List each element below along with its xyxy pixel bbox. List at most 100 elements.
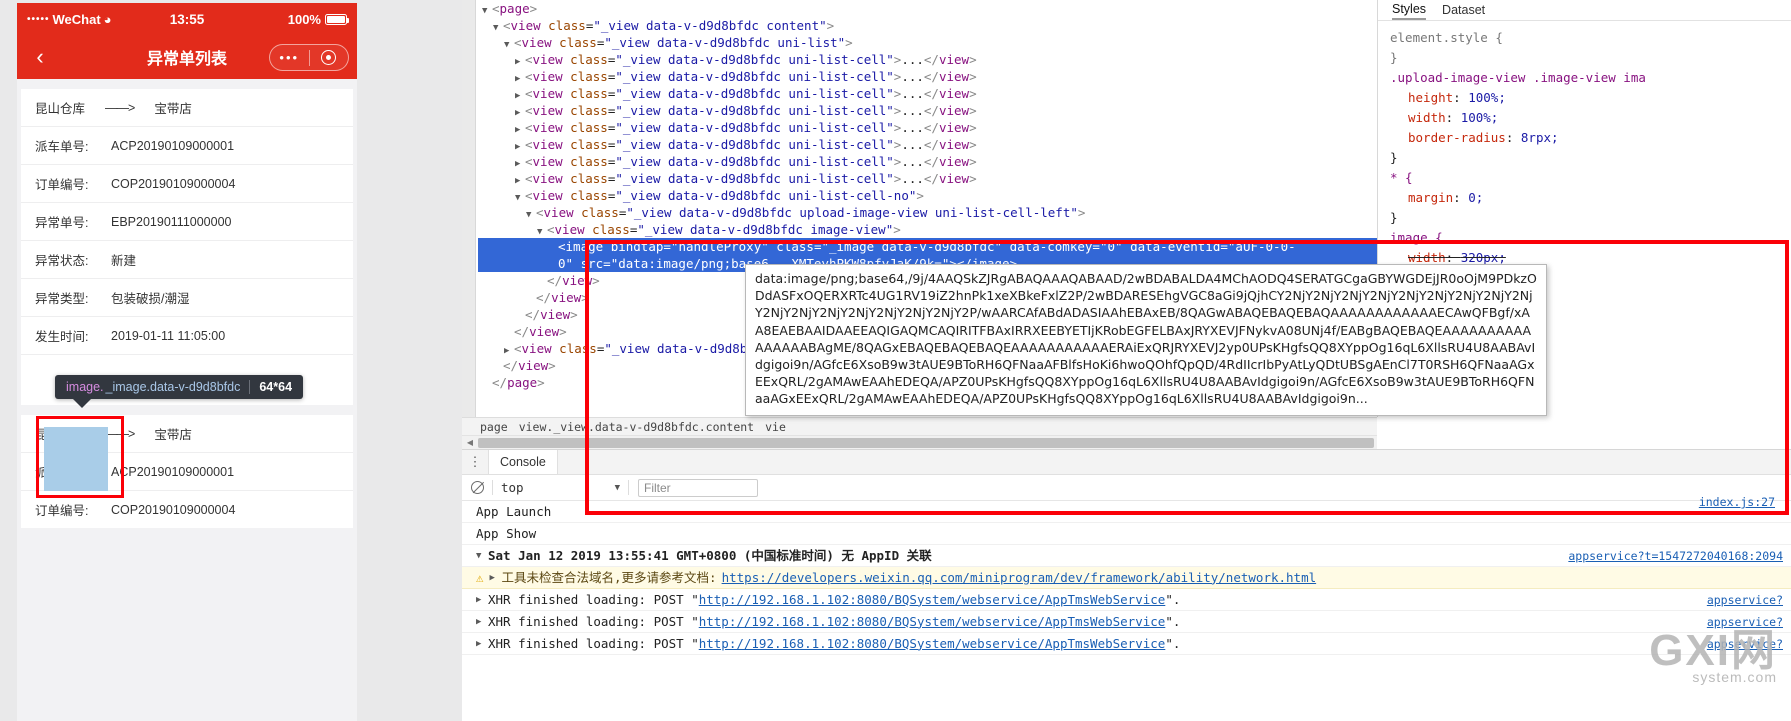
console-message-prefix: XHR finished loading: POST " [488,635,699,651]
dom-line[interactable]: ▶ <view class="_view data-v-d9d8bfdc uni-… [478,170,1377,187]
chevron-down-icon[interactable]: ▼ [615,483,620,493]
disclosure-triangle-icon[interactable]: ▼ [515,190,525,207]
disclosure-triangle-icon[interactable]: ▼ [493,20,503,37]
console-toolbar[interactable]: top ▼ Filter [462,475,1791,501]
console-message-prefix: XHR finished loading: POST " [488,591,699,607]
console-link[interactable]: https://developers.weixin.qq.com/minipro… [722,567,1317,589]
css-value[interactable]: 100%; [1461,110,1499,125]
dom-line[interactable]: ▶ <view class="_view data-v-d9d8bfdc uni-… [478,153,1377,170]
css-property[interactable]: height [1390,90,1453,105]
menu-dots-icon[interactable]: ••• [270,50,309,65]
dom-line[interactable]: ▼ <view class="_view data-v-d9d8bfdc uni-… [478,187,1377,204]
dom-line[interactable]: ▶ <view class="_view data-v-d9d8bfdc uni-… [478,102,1377,119]
dom-line[interactable]: ▼ <view class="_view data-v-d9d8bfdc uni-… [478,34,1377,51]
css-value[interactable]: 320px; [1461,250,1506,265]
tab-console[interactable]: Console [488,450,558,474]
css-property[interactable]: width [1390,110,1446,125]
watermark: GXI网 system.com [1649,629,1777,686]
expand-triangle-icon[interactable]: ▶ [476,589,488,611]
expand-triangle-icon[interactable]: ▶ [476,633,488,655]
dom-line[interactable]: ▶ <view class="_view data-v-d9d8bfdc uni-… [478,85,1377,102]
css-declaration[interactable]: width: 100%; [1390,108,1779,128]
css-value[interactable]: 100%; [1468,90,1506,105]
console-row[interactable]: ▶ XHR finished loading: POST " http://19… [462,589,1791,611]
css-property[interactable]: margin [1390,190,1453,205]
dom-line[interactable]: ▼ <view class="_view data-v-d9d8bfdc uplo… [478,204,1377,221]
css-rule-close: } [1390,210,1398,225]
console-message-text: Sat Jan 12 2019 13:55:41 GMT+0800 (中国标准时… [488,547,932,563]
dom-line[interactable]: ▼ <view class="_view data-v-d9d8bfdc imag… [478,221,1377,238]
dom-line[interactable]: ▶ <view class="_view data-v-d9d8bfdc uni-… [478,136,1377,153]
console-source-link[interactable]: appservice?t=1547272040168:2094 [1568,545,1783,567]
list-item[interactable]: 昆山仓库 ——> 宝带店 派车单号: ACP20190109000001 订单编… [21,89,353,405]
disclosure-triangle-icon[interactable]: ▼ [537,224,547,241]
dom-horizontal-scrollbar[interactable]: ◀ [462,435,1377,449]
console-message-suffix: ". [1165,635,1181,651]
route-to: 宝带店 [154,102,192,116]
breadcrumb-item[interactable]: vie [765,420,786,434]
page-body[interactable]: 昆山仓库 ——> 宝带店 派车单号: ACP20190109000001 订单编… [17,79,357,721]
css-rules-list[interactable]: element.style { } .upload-image-view .im… [1378,21,1791,295]
breadcrumb[interactable]: page view._view.data-v-d9d8bfdc.content … [462,417,1377,435]
dom-line[interactable]: ▶ <view class="_view data-v-d9d8bfdc uni-… [478,51,1377,68]
console-messages[interactable]: App Launch App Show ▼ Sat Jan 12 2019 13… [462,501,1791,721]
back-chevron-icon[interactable]: ‹ [17,46,63,68]
field-row: 异常单号: EBP20190111000000 [21,203,353,241]
field-row: 异常类型: 包装破损/潮湿 [21,279,353,317]
dom-line[interactable]: ▼ <view class="_view data-v-d9d8bfdc cont… [478,17,1377,34]
dom-line[interactable]: ▶ <view class="_view data-v-d9d8bfdc uni-… [478,119,1377,136]
styles-tabstrip[interactable]: Styles Dataset [1378,0,1791,21]
expand-triangle-icon[interactable]: ▶ [476,611,488,633]
inspector-selection-highlight [36,416,124,498]
console-row[interactable]: ▼ Sat Jan 12 2019 13:55:41 GMT+0800 (中国标… [462,545,1791,567]
console-filter-input[interactable]: Filter [638,478,758,497]
console-row[interactable]: ▶ XHR finished loading: POST " http://19… [462,633,1791,655]
close-target-icon[interactable] [310,50,349,65]
console-link[interactable]: http://192.168.1.102:8080/BQSystem/webse… [699,611,1166,633]
css-declaration[interactable]: margin: 0; [1390,188,1779,208]
disclosure-triangle-icon[interactable]: ▼ [504,37,514,54]
console-row[interactable]: App Launch [462,501,1791,523]
disclosure-triangle-icon[interactable]: ▼ [482,3,492,20]
expand-triangle-icon[interactable]: ▼ [476,545,488,567]
console-row[interactable]: App Show [462,523,1791,545]
css-property[interactable]: width [1390,250,1446,265]
css-declaration[interactable]: height: 100%; [1390,88,1779,108]
console-link[interactable]: http://192.168.1.102:8080/BQSystem/webse… [699,589,1166,611]
console-source-link[interactable]: appservice? [1707,589,1783,611]
css-selector[interactable]: .upload-image-view .image-view ima [1390,68,1779,88]
css-value[interactable]: 0; [1468,190,1483,205]
dom-line[interactable]: ▶ <view class="_view data-v-d9d8bfdc uni-… [478,68,1377,85]
source-file-link[interactable]: index.js:27 [1699,495,1775,509]
field-row: 派车单号: ACP20190109000001 [21,127,353,165]
tab-styles[interactable]: Styles [1392,0,1427,20]
console-row[interactable]: ▶ XHR finished loading: POST " http://19… [462,611,1791,633]
console-link[interactable]: http://192.168.1.102:8080/BQSystem/webse… [699,633,1166,655]
css-selector[interactable]: * { [1390,168,1779,188]
breadcrumb-item[interactable]: page [480,420,508,434]
css-value[interactable]: 8rpx; [1521,130,1559,145]
scrollbar-thumb[interactable] [478,437,1374,448]
css-rule-close: } [1390,50,1398,65]
signal-dots-icon: ••••• [27,13,50,25]
field-value: ACP20190109000001 [111,138,235,153]
console-row-warning[interactable]: ⚠ ▶ 工具未检查合法域名,更多请参考文档: https://developer… [462,567,1791,589]
css-declaration[interactable]: border-radius: 8rpx; [1390,128,1779,148]
css-property[interactable]: border-radius [1390,130,1506,145]
more-options-icon[interactable]: ⋮ [462,455,488,468]
dom-line[interactable]: ▼ <page> [478,0,1377,17]
console-pane[interactable]: ⋮ Console top ▼ Filter App Launch App Sh… [462,449,1791,721]
css-selector[interactable]: image { [1390,228,1779,248]
tab-dataset[interactable]: Dataset [1442,3,1485,17]
dom-line-selected[interactable]: <image bindtap="handleProxy" class="_ima… [478,238,1377,255]
toolbar-divider [628,480,629,495]
console-tabstrip[interactable]: ⋮ Console [462,450,1791,475]
route-arrow-icon: ——> [105,100,135,115]
clear-console-icon[interactable] [462,481,492,494]
breadcrumb-item[interactable]: view._view.data-v-d9d8bfdc.content [519,420,754,434]
warning-triangle-icon: ⚠ [476,569,484,585]
disclosure-triangle-icon[interactable]: ▼ [526,207,536,224]
scroll-left-arrow-icon[interactable]: ◀ [462,438,478,447]
expand-triangle-icon[interactable]: ▶ [490,567,502,589]
execution-context-select[interactable]: top ▼ [493,480,628,495]
